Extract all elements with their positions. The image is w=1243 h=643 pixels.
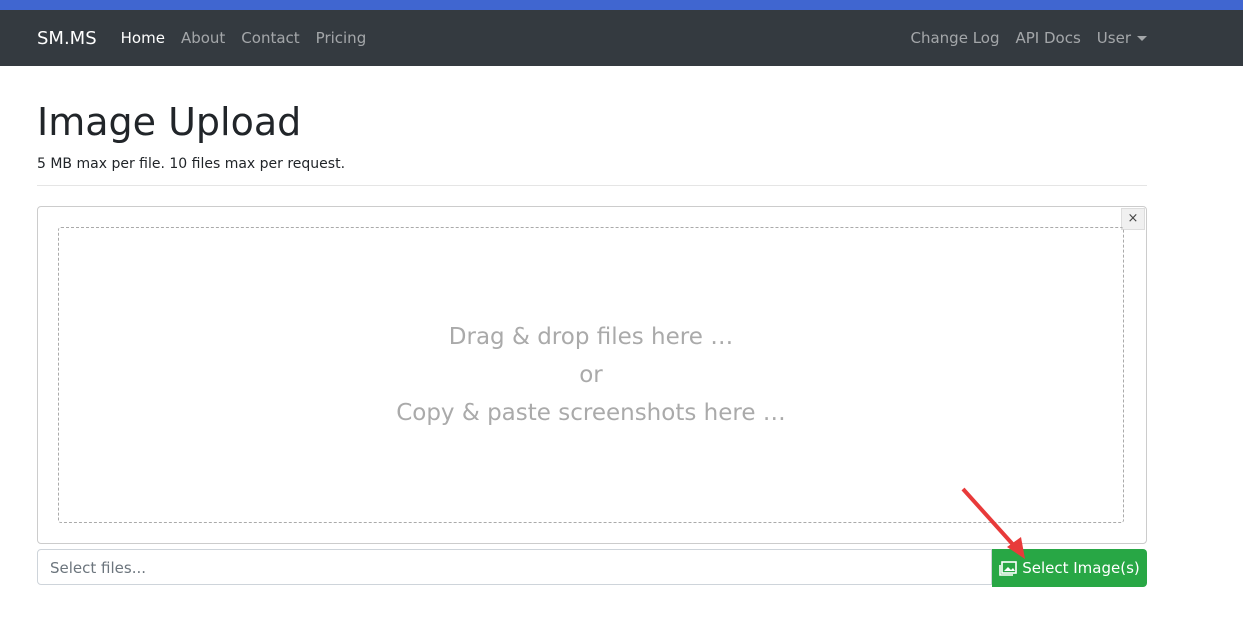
nav-api-docs[interactable]: API Docs bbox=[1016, 29, 1081, 47]
nav-home[interactable]: Home bbox=[121, 29, 165, 47]
caret-down-icon bbox=[1137, 36, 1147, 41]
drop-text-2: Copy & paste screenshots here … bbox=[396, 400, 786, 426]
page-title: Image Upload bbox=[37, 100, 302, 144]
drop-zone[interactable]: Drag & drop files here … or Copy & paste… bbox=[58, 227, 1124, 523]
divider bbox=[37, 185, 1147, 186]
nav-contact[interactable]: Contact bbox=[241, 29, 299, 47]
nav-pricing[interactable]: Pricing bbox=[316, 29, 367, 47]
brand-logo[interactable]: SM.MS bbox=[37, 28, 97, 49]
navbar: SM.MS Home About Contact Pricing Change … bbox=[0, 10, 1243, 66]
drop-text-1: Drag & drop files here … bbox=[448, 324, 734, 350]
red-arrow-annotation bbox=[961, 487, 1025, 559]
nav-change-log[interactable]: Change Log bbox=[911, 29, 1000, 47]
top-accent-bar bbox=[0, 0, 1243, 10]
file-input[interactable]: Select files... bbox=[37, 549, 992, 585]
user-label: User bbox=[1096, 29, 1131, 47]
page-subtitle: 5 MB max per file. 10 files max per requ… bbox=[37, 156, 346, 172]
nav-user-dropdown[interactable]: User bbox=[1097, 29, 1147, 47]
close-icon[interactable]: × bbox=[1121, 208, 1145, 230]
select-images-label: Select Image(s) bbox=[1022, 559, 1140, 577]
drop-text-or: or bbox=[579, 362, 603, 388]
nav-about[interactable]: About bbox=[181, 29, 225, 47]
